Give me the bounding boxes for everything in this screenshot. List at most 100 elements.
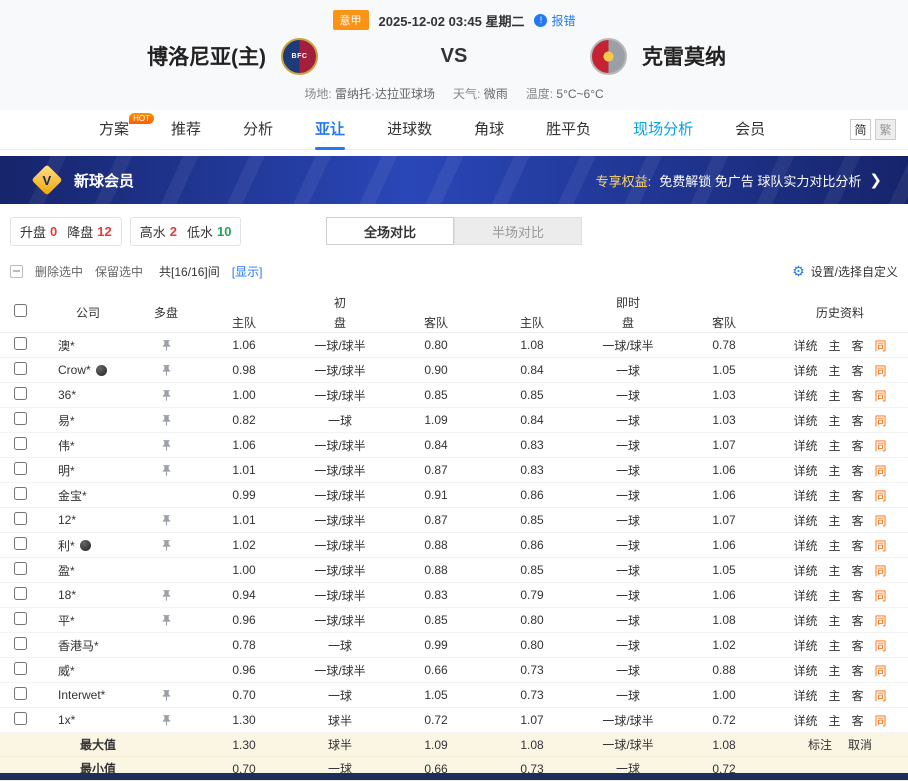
company-name[interactable]: 利* [40,537,136,554]
history-away-link[interactable]: 客 [852,387,864,404]
company-name[interactable]: Crow* [40,363,136,377]
row-checkbox[interactable] [14,412,27,425]
company-name[interactable]: 12* [40,513,136,527]
history-away-link[interactable]: 客 [852,337,864,354]
nav-tab-live-analysis[interactable]: 现场分析 [612,110,714,150]
history-same-link[interactable]: 同 [875,587,887,604]
multi-odds-pin-icon[interactable] [160,614,173,627]
row-checkbox[interactable] [14,487,27,500]
history-same-link[interactable]: 同 [875,637,887,654]
company-name[interactable]: 1x* [40,713,136,727]
company-name[interactable]: 平* [40,612,136,629]
row-checkbox[interactable] [14,462,27,475]
history-same-link[interactable]: 同 [875,687,887,704]
history-same-link[interactable]: 同 [875,362,887,379]
select-all-checkbox[interactable] [14,304,27,317]
history-home-link[interactable]: 主 [828,462,840,479]
history-same-link[interactable]: 同 [875,537,887,554]
multi-odds-pin-icon[interactable] [160,589,173,602]
away-team-name[interactable]: 克雷莫纳 [642,41,726,71]
history-detail-link[interactable]: 详统 [793,712,817,729]
history-away-link[interactable]: 客 [852,512,864,529]
company-name[interactable]: 香港马* [40,637,136,654]
multi-odds-pin-icon[interactable] [160,689,173,702]
history-same-link[interactable]: 同 [875,412,887,429]
history-detail-link[interactable]: 详统 [793,537,817,554]
history-detail-link[interactable]: 详统 [793,362,817,379]
mark-button[interactable]: 标注 [808,736,832,753]
multi-odds-pin-icon[interactable] [160,339,173,352]
company-name[interactable]: 36* [40,388,136,402]
row-checkbox[interactable] [14,537,27,550]
nav-tab-member[interactable]: 会员 [714,110,786,150]
vip-banner[interactable]: V 新球会员 专享权益: 免费解锁 免广告 球队实力对比分析 ❯ [0,156,908,204]
lang-simplified-button[interactable]: 简 [850,119,871,140]
company-name[interactable]: 易* [40,412,136,429]
history-detail-link[interactable]: 详统 [793,662,817,679]
row-checkbox[interactable] [14,637,27,650]
history-same-link[interactable]: 同 [875,337,887,354]
history-detail-link[interactable]: 详统 [793,637,817,654]
multi-odds-pin-icon[interactable] [160,389,173,402]
history-same-link[interactable]: 同 [875,512,887,529]
company-name[interactable]: 盈* [40,562,136,579]
half-match-toggle[interactable]: 半场对比 [454,217,582,245]
history-detail-link[interactable]: 详统 [793,562,817,579]
multi-odds-pin-icon[interactable] [160,514,173,527]
history-away-link[interactable]: 客 [852,687,864,704]
history-home-link[interactable]: 主 [828,412,840,429]
multi-odds-pin-icon[interactable] [160,439,173,452]
history-away-link[interactable]: 客 [852,487,864,504]
history-away-link[interactable]: 客 [852,662,864,679]
lang-traditional-button[interactable]: 繁 [875,119,896,140]
home-team-name[interactable]: 博洛尼亚(主) [147,41,266,71]
nav-tab-corners[interactable]: 角球 [453,110,525,150]
multi-odds-pin-icon[interactable] [160,464,173,477]
history-away-link[interactable]: 客 [852,462,864,479]
delete-selected-button[interactable]: 删除选中 [35,263,83,280]
history-same-link[interactable]: 同 [875,712,887,729]
history-same-link[interactable]: 同 [875,662,887,679]
row-checkbox[interactable] [14,387,27,400]
history-home-link[interactable]: 主 [828,487,840,504]
multi-odds-pin-icon[interactable] [160,364,173,377]
history-away-link[interactable]: 客 [852,587,864,604]
nav-tab-asian-handicap[interactable]: 亚让 [294,110,366,150]
history-same-link[interactable]: 同 [875,487,887,504]
nav-tab-goals[interactable]: 进球数 [366,110,453,150]
history-away-link[interactable]: 客 [852,712,864,729]
multi-odds-pin-icon[interactable] [160,414,173,427]
multi-odds-pin-icon[interactable] [160,714,173,727]
row-checkbox[interactable] [14,712,27,725]
show-link[interactable]: [显示] [232,263,263,280]
history-home-link[interactable]: 主 [828,612,840,629]
history-detail-link[interactable]: 详统 [793,337,817,354]
row-checkbox[interactable] [14,687,27,700]
history-away-link[interactable]: 客 [852,612,864,629]
history-home-link[interactable]: 主 [828,712,840,729]
row-checkbox[interactable] [14,362,27,375]
row-checkbox[interactable] [14,662,27,675]
settings-button[interactable]: ⚙ 设置/选择自定义 [792,263,898,280]
history-home-link[interactable]: 主 [828,437,840,454]
history-home-link[interactable]: 主 [828,537,840,554]
history-away-link[interactable]: 客 [852,537,864,554]
company-name[interactable]: 明* [40,462,136,479]
company-name[interactable]: Interwet* [40,688,136,702]
row-checkbox[interactable] [14,437,27,450]
league-badge[interactable]: 意甲 [333,10,369,30]
history-away-link[interactable]: 客 [852,362,864,379]
history-detail-link[interactable]: 详统 [793,587,817,604]
history-same-link[interactable]: 同 [875,462,887,479]
history-detail-link[interactable]: 详统 [793,437,817,454]
history-home-link[interactable]: 主 [828,337,840,354]
history-home-link[interactable]: 主 [828,387,840,404]
company-name[interactable]: 18* [40,588,136,602]
history-home-link[interactable]: 主 [828,662,840,679]
history-home-link[interactable]: 主 [828,687,840,704]
history-detail-link[interactable]: 详统 [793,387,817,404]
company-name[interactable]: 伟* [40,437,136,454]
report-error-link[interactable]: ! 报错 [534,12,575,29]
history-home-link[interactable]: 主 [828,587,840,604]
history-detail-link[interactable]: 详统 [793,487,817,504]
